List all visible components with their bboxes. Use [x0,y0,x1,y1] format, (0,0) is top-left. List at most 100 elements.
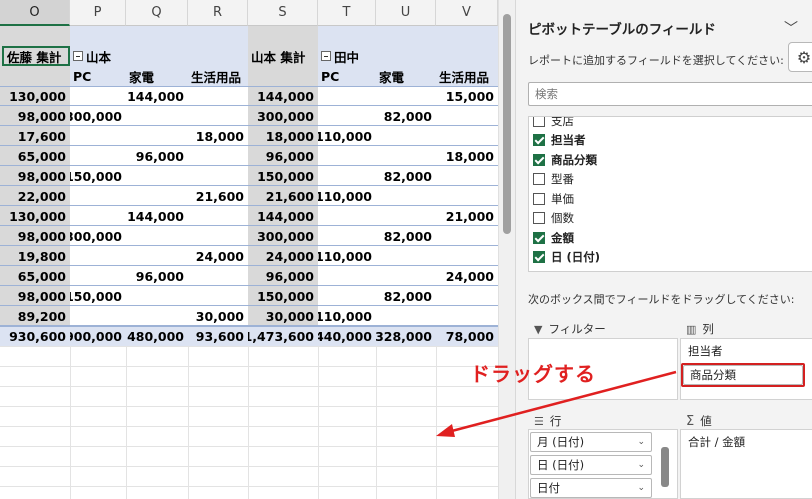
pivot-cell[interactable]: 110,000 [318,306,376,326]
pivot-cell[interactable]: 21,600 [248,186,318,206]
column-header-q[interactable]: Q [126,0,188,26]
pivot-cell[interactable] [318,166,376,186]
pivot-cell[interactable] [376,146,436,166]
checkbox-unchecked-icon[interactable] [533,117,545,127]
header-v-seikatsu[interactable]: 生活用品 [436,66,498,86]
pivot-cell[interactable] [126,186,188,206]
pivot-cell[interactable]: 21,000 [436,206,498,226]
pivot-cell[interactable]: 96,000 [126,146,188,166]
pivot-cell[interactable]: 65,000 [0,146,70,166]
chevron-down-icon[interactable]: ⌄ [637,483,645,493]
field-item[interactable]: 個数 [533,209,574,228]
pivot-cell[interactable] [188,106,248,126]
spreadsheet-grid[interactable]: O P Q R S T U V 佐藤 集計 山本 山本 集計 田中 PC 家電 … [0,0,515,499]
pivot-cell[interactable]: 110,000 [318,126,376,146]
pivot-cell[interactable] [70,246,126,266]
pivot-cell[interactable]: 110,000 [318,186,376,206]
pivot-cell[interactable] [126,106,188,126]
pivot-cell[interactable]: 30,000 [188,306,248,326]
pivot-cell[interactable]: 130,000 [0,206,70,226]
field-list[interactable]: 支店 担当者 商品分類 型番 単価 個数 金額日 (日付) [528,116,812,272]
checkbox-unchecked-icon[interactable] [533,212,545,224]
field-item[interactable]: 日 (日付) [533,248,600,267]
grand-total-cell[interactable]: 1,473,600 [248,326,318,346]
pivot-cell[interactable]: 300,000 [70,226,126,246]
value-field-sum-amount[interactable]: 合計 / 金額 [682,432,812,452]
pivot-cell[interactable] [318,206,376,226]
row-field-month[interactable]: 月 (日付) ⌄ [530,432,652,452]
grand-total-cell[interactable]: 93,600 [188,326,248,346]
checkbox-unchecked-icon[interactable] [533,192,545,205]
pivot-cell[interactable] [126,246,188,266]
pivot-cell[interactable] [188,226,248,246]
pivot-cell[interactable]: 15,000 [436,86,498,106]
pivot-cell[interactable] [188,206,248,226]
pivot-cell[interactable]: 82,000 [376,166,436,186]
pivot-cell[interactable]: 82,000 [376,106,436,126]
pivot-cell[interactable]: 30,000 [248,306,318,326]
pivot-cell[interactable] [188,286,248,306]
pivot-cell[interactable]: 22,000 [0,186,70,206]
pivot-cell[interactable] [126,306,188,326]
grand-total-cell[interactable]: 480,000 [126,326,188,346]
pivot-cell[interactable] [376,126,436,146]
pivot-cell[interactable]: 96,000 [126,266,188,286]
field-item[interactable]: 単価 [533,189,574,208]
column-header-v[interactable]: V [436,0,498,26]
pivot-cell[interactable] [318,286,376,306]
header-r-seikatsu[interactable]: 生活用品 [188,66,248,86]
column-header-p[interactable]: P [70,0,126,26]
column-header-s[interactable]: S [248,0,318,26]
pivot-cell[interactable]: 300,000 [70,106,126,126]
pivot-cell[interactable]: 82,000 [376,286,436,306]
pivot-cell[interactable] [436,166,498,186]
pivot-cell[interactable] [188,146,248,166]
pivot-cell[interactable] [70,146,126,166]
pivot-cell[interactable]: 150,000 [70,166,126,186]
grand-total-cell[interactable]: 900,000 [70,326,126,346]
pivot-cell[interactable] [376,86,436,106]
pivot-cell[interactable]: 96,000 [248,146,318,166]
pivot-cell[interactable] [436,286,498,306]
pivot-cell[interactable] [318,86,376,106]
pivot-cell[interactable] [436,186,498,206]
pivot-cell[interactable]: 150,000 [248,166,318,186]
pivot-cell[interactable] [70,186,126,206]
pivot-cell[interactable] [70,86,126,106]
pivot-cell[interactable] [318,146,376,166]
header-q-kaden[interactable]: 家電 [126,66,188,86]
pivot-cell[interactable] [436,126,498,146]
pivot-cell[interactable]: 144,000 [248,206,318,226]
column-field-tantousha[interactable]: 担当者 [682,341,812,361]
collapse-icon[interactable] [73,51,83,61]
pivot-cell[interactable]: 98,000 [0,166,70,186]
pivot-cell[interactable] [436,306,498,326]
pivot-cell[interactable]: 24,000 [248,246,318,266]
pivot-cell[interactable] [126,226,188,246]
grand-total-cell[interactable]: 328,000 [376,326,436,346]
grand-total-cell[interactable]: 930,600 [0,326,70,346]
pivot-cell[interactable] [436,226,498,246]
sheet-vertical-scrollbar[interactable] [498,0,515,499]
pivot-cell[interactable]: 300,000 [248,226,318,246]
pivot-cell[interactable]: 150,000 [70,286,126,306]
field-item[interactable]: 型番 [533,170,574,189]
pivot-cell[interactable]: 98,000 [0,226,70,246]
pivot-cell[interactable]: 24,000 [188,246,248,266]
chevron-down-icon[interactable]: ⌄ [637,460,645,470]
header-p-pc[interactable]: PC [70,66,126,86]
pivot-cell[interactable] [376,246,436,266]
grand-total-cell[interactable]: 78,000 [436,326,498,346]
pivot-cell[interactable] [376,186,436,206]
pivot-cell[interactable]: 98,000 [0,106,70,126]
checkbox-unchecked-icon[interactable] [533,173,545,185]
field-item[interactable]: 金額 [533,228,574,247]
pivot-cell[interactable]: 144,000 [248,86,318,106]
checkbox-checked-icon[interactable] [533,231,545,244]
column-header-o[interactable]: O [0,0,70,26]
pivot-cell[interactable]: 18,000 [248,126,318,146]
field-item[interactable]: 商品分類 [533,150,597,169]
field-item[interactable]: 担当者 [533,131,586,150]
collapse-icon[interactable] [321,51,331,61]
checkbox-checked-icon[interactable] [533,251,545,263]
